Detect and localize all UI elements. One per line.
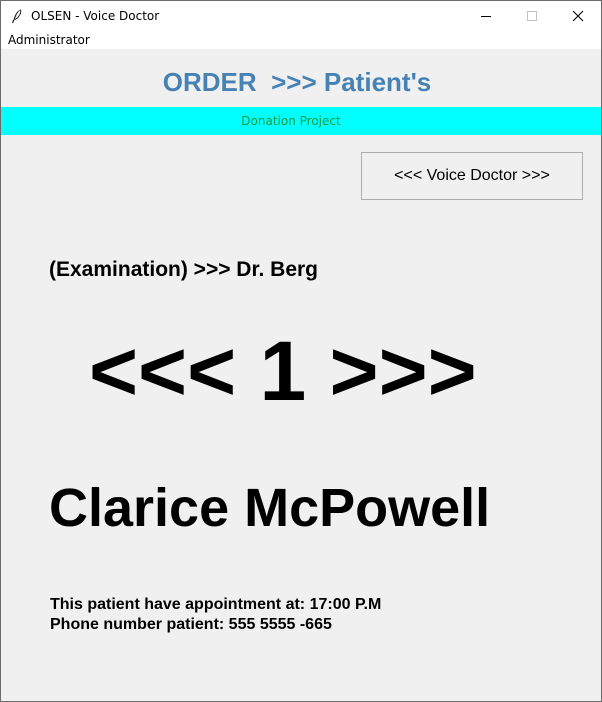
- phone-text: Phone number patient: 555 5555 -665: [50, 616, 332, 633]
- maximize-button[interactable]: [509, 1, 555, 31]
- close-icon: [572, 10, 584, 22]
- page-title: ORDER >>> Patient's: [162, 67, 432, 97]
- minimize-button[interactable]: [463, 1, 509, 31]
- window-title: OLSEN - Voice Doctor: [31, 9, 160, 23]
- examination-label: (Examination) >>> Dr. Berg: [49, 258, 319, 281]
- order-number: <<< 1 >>>: [89, 324, 477, 418]
- maximize-icon: [527, 11, 537, 21]
- appointment-text: This patient have appointment at: 17:00 …: [50, 596, 382, 613]
- feather-icon: [9, 8, 25, 24]
- app-window: OLSEN - Voice Doctor Administrator ORDER…: [0, 0, 602, 702]
- banner-label: Donation Project: [241, 114, 341, 128]
- close-button[interactable]: [555, 1, 601, 31]
- menu-bar: Administrator: [1, 31, 601, 49]
- minimize-icon: [481, 16, 491, 17]
- voice-doctor-button[interactable]: <<< Voice Doctor >>>: [361, 152, 583, 200]
- patient-name: Clarice McPowell: [49, 478, 491, 538]
- title-bar[interactable]: OLSEN - Voice Doctor: [1, 1, 601, 31]
- donation-banner: Donation Project: [1, 107, 601, 135]
- menu-item-administrator[interactable]: Administrator: [8, 33, 90, 48]
